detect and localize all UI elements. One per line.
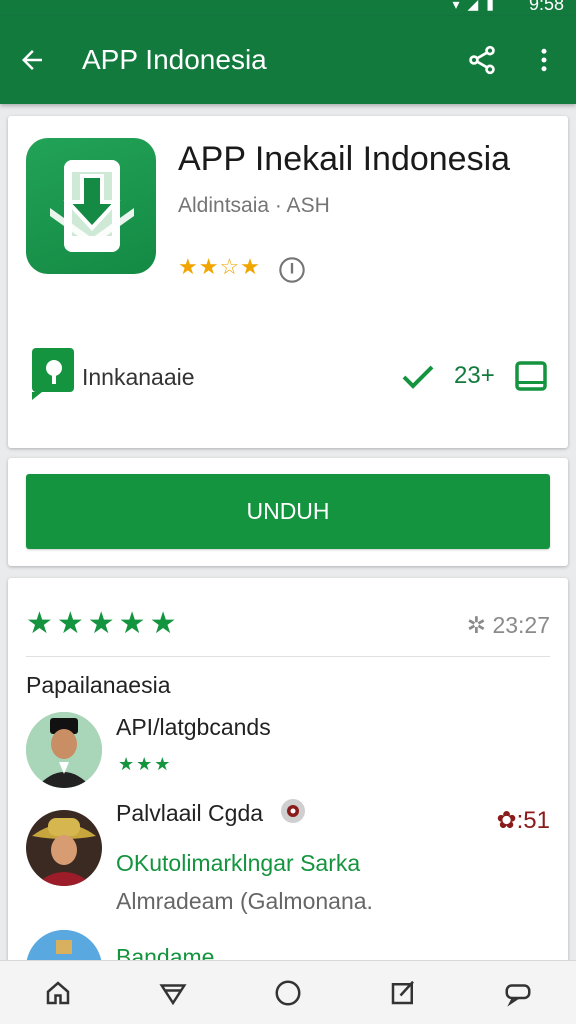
more-vert-icon <box>541 48 547 72</box>
edit-icon <box>391 980 415 1004</box>
review-author: Palvlaail Cgda <box>116 800 264 826</box>
circle-icon <box>275 980 301 1005</box>
reviews-card: ★★★★★ ✲ 23:27 Papailanaesia API/latgbcan… <box>8 578 568 978</box>
summary-meta: ✲ 23:27 <box>467 612 550 639</box>
status-time: 9:58 <box>528 0 564 14</box>
bottom-nav <box>0 960 576 1024</box>
review-stars: ★★★ <box>118 754 173 774</box>
reviews-section-title: Papailanaesia <box>26 672 171 698</box>
gear-icon: ✲ <box>466 612 493 638</box>
person-avatar-icon <box>26 810 102 886</box>
nav-filter[interactable] <box>145 965 201 1021</box>
install-card: UNDUH <box>8 458 568 566</box>
device-icon <box>515 361 547 391</box>
review-side-count: ✿:51 <box>496 807 550 834</box>
arrow-left-icon <box>22 50 42 70</box>
app-info-card: APP Inekail Indonesia Aldintsaia · ASH ★… <box>8 116 568 448</box>
app-rating-stars: ★★☆★ <box>178 254 261 279</box>
nav-edit[interactable] <box>375 965 431 1021</box>
info-icon[interactable] <box>278 256 306 284</box>
app-bar: APP Indonesia <box>0 16 576 104</box>
install-button[interactable]: UNDUH <box>26 474 550 549</box>
summary-meta-value: 23:27 <box>492 612 550 638</box>
age-rating: 23+ <box>454 362 495 389</box>
nav-chat[interactable] <box>490 965 546 1021</box>
download-phone-icon <box>50 160 134 252</box>
chat-icon <box>505 983 531 1007</box>
flower-icon: ✿: <box>496 807 524 834</box>
avatar[interactable] <box>26 810 102 886</box>
app-developer[interactable]: Aldintsaia · ASH <box>178 194 330 218</box>
more-options-button[interactable] <box>526 40 562 80</box>
page-title: APP Indonesia <box>82 44 267 75</box>
check-icon <box>402 365 434 389</box>
divider <box>26 656 550 657</box>
share-icon <box>469 45 495 75</box>
badge-icon <box>281 799 305 823</box>
avatar[interactable] <box>26 712 102 788</box>
review-subtitle: OKutolimarklngar Sarka <box>116 850 361 876</box>
status-icons: ▾◢▮ <box>452 0 502 12</box>
nav-home[interactable] <box>30 965 86 1021</box>
summary-rating-stars: ★★★★★ <box>26 607 181 640</box>
app-name: APP Inekail Indonesia <box>178 140 511 178</box>
review-author: API/latgbcands <box>116 714 271 740</box>
developer-label: Innkanaaie <box>82 364 195 390</box>
review-text: Almradeam (Galmonana. <box>116 888 373 914</box>
status-bar: ▾◢▮ 9:58 <box>0 0 576 16</box>
app-icon <box>26 138 156 274</box>
home-icon <box>46 980 69 1004</box>
share-button[interactable] <box>462 40 502 80</box>
developer-logo-icon <box>32 348 74 400</box>
filter-icon <box>159 983 187 1005</box>
person-avatar-icon <box>26 712 102 788</box>
nav-circle[interactable] <box>260 965 316 1021</box>
back-button[interactable] <box>14 40 50 80</box>
